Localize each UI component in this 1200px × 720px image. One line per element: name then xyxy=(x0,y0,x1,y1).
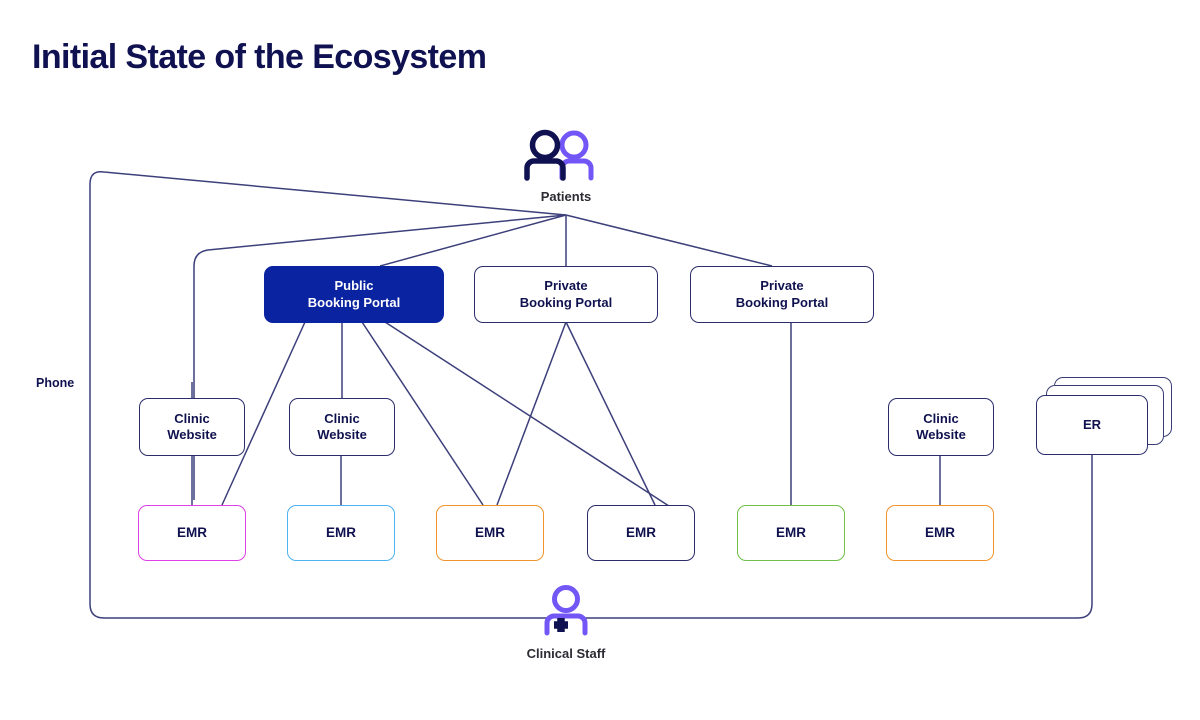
node-emr-2-label: EMR xyxy=(326,524,356,540)
node-clinic-website-2[interactable]: Clinic Website xyxy=(289,398,395,456)
wire-patients-to-public-portal xyxy=(379,214,567,267)
persona-patients: Patients xyxy=(516,128,616,204)
two-people-icon xyxy=(524,129,594,181)
node-emr-5[interactable]: EMR xyxy=(737,505,845,561)
node-emr-4[interactable]: EMR xyxy=(587,505,695,561)
node-clinic-website-2-label: Clinic Website xyxy=(317,410,367,442)
node-clinic-website-3[interactable]: Clinic Website xyxy=(888,398,994,456)
node-er-label: ER xyxy=(1082,416,1102,432)
node-private-booking-portal-2[interactable]: Private Booking Portal xyxy=(690,266,874,323)
person-with-plus-icon xyxy=(544,585,588,636)
persona-clinical-staff-label: Clinical Staff xyxy=(526,646,606,661)
node-public-booking-portal-label: Public Booking Portal xyxy=(307,278,401,310)
node-emr-1[interactable]: EMR xyxy=(138,505,246,561)
node-emr-6[interactable]: EMR xyxy=(886,505,994,561)
wire-patients-to-left-rail xyxy=(193,214,567,500)
node-private-booking-portal-2-label: Private Booking Portal xyxy=(735,278,829,310)
diagram-canvas: Initial State of the Ecosystem Patients … xyxy=(0,0,1200,720)
wire-private-portal-1-to-emr-4 xyxy=(565,321,656,506)
wire-patients-to-private-portal-2 xyxy=(565,214,773,267)
node-emr-3[interactable]: EMR xyxy=(436,505,544,561)
phone-channel-label: Phone xyxy=(36,376,75,390)
node-clinic-website-1-label: Clinic Website xyxy=(167,410,217,442)
persona-patients-label: Patients xyxy=(540,189,592,204)
node-emr-1-label: EMR xyxy=(177,524,207,540)
wire-public-portal-to-emr-4 xyxy=(384,321,673,509)
node-er[interactable]: ER xyxy=(1036,395,1148,455)
node-private-booking-portal-1-label: Private Booking Portal xyxy=(519,278,613,310)
node-emr-2[interactable]: EMR xyxy=(287,505,395,561)
node-clinic-website-3-label: Clinic Website xyxy=(916,410,966,442)
persona-clinical-staff: Clinical Staff xyxy=(516,583,616,661)
wire-private-portal-1-to-emr-3 xyxy=(496,321,567,506)
page-title: Initial State of the Ecosystem xyxy=(32,38,487,76)
node-private-booking-portal-1[interactable]: Private Booking Portal xyxy=(474,266,658,323)
node-clinic-website-1[interactable]: Clinic Website xyxy=(139,398,245,456)
node-public-booking-portal[interactable]: Public Booking Portal xyxy=(264,266,444,323)
node-emr-5-label: EMR xyxy=(776,524,806,540)
node-emr-4-label: EMR xyxy=(626,524,656,540)
node-emr-6-label: EMR xyxy=(925,524,955,540)
node-emr-3-label: EMR xyxy=(475,524,505,540)
